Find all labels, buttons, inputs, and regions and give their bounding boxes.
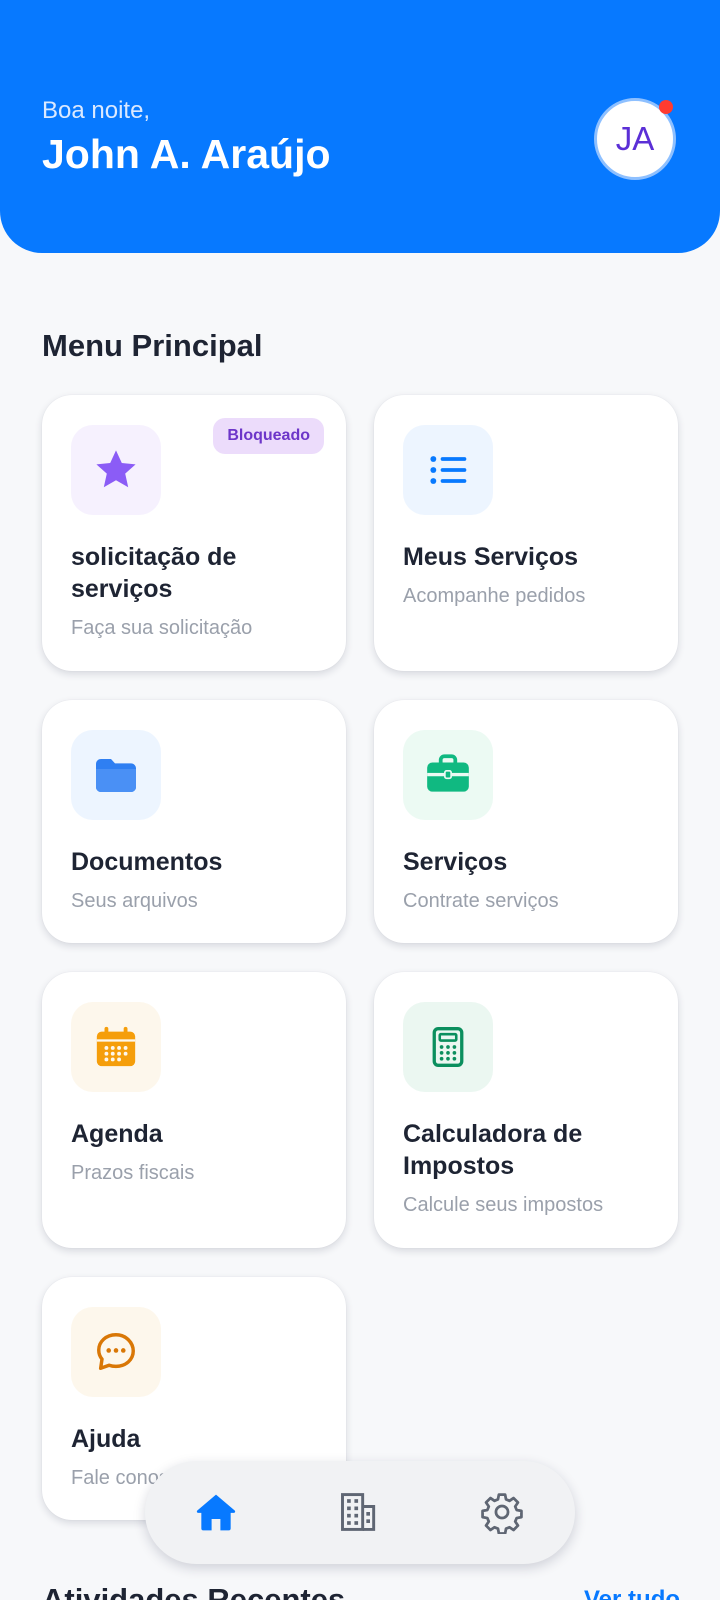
star-icon <box>96 450 136 488</box>
card-subtitle: Seus arquivos <box>71 890 198 912</box>
list-icon <box>430 456 467 484</box>
home-icon <box>196 1494 236 1531</box>
greeting-text: Boa noite, <box>42 97 151 124</box>
bottom-nav <box>145 1461 575 1564</box>
card-title: solicitação de serviços <box>71 543 237 603</box>
list-icon-box <box>403 425 493 515</box>
menu-card-my-services[interactable]: Meus Serviços Acompanhe pedidos <box>374 395 678 671</box>
card-title: Documentos <box>71 848 223 876</box>
card-subtitle: Prazos fiscais <box>71 1162 195 1184</box>
card-title: Agenda <box>71 1120 163 1148</box>
chat-icon <box>97 1333 135 1371</box>
settings-icon <box>481 1493 523 1534</box>
menu-card-tax-calculator[interactable]: Calculadora de Impostos Calcule seus imp… <box>374 972 678 1248</box>
nav-settings-button[interactable] <box>478 1488 526 1536</box>
briefcase-icon <box>427 754 469 792</box>
locked-badge: Bloqueado <box>213 418 324 454</box>
chat-icon-box <box>71 1307 161 1397</box>
nav-company-button[interactable] <box>335 1488 383 1536</box>
card-subtitle: Contrate serviços <box>403 890 559 912</box>
menu-card-service-request[interactable]: Bloqueado solicitação de serviços Faça s… <box>42 395 346 671</box>
card-title: Meus Serviços <box>403 543 579 571</box>
calculator-icon <box>432 1027 464 1067</box>
avatar-initials: JA <box>615 120 655 157</box>
calculator-icon-box <box>403 1002 493 1092</box>
card-subtitle: Acompanhe pedidos <box>403 585 586 607</box>
folder-icon-box <box>71 730 161 820</box>
nav-home-button[interactable] <box>192 1488 240 1536</box>
menu-card-documents[interactable]: Documentos Seus arquivos <box>42 700 346 943</box>
notification-dot <box>659 100 673 114</box>
star-icon-box <box>71 425 161 515</box>
card-title: Ajuda <box>71 1425 141 1453</box>
menu-section-title: Menu Principal <box>42 328 263 363</box>
building-icon <box>341 1493 376 1531</box>
menu-card-services[interactable]: Serviços Contrate serviços <box>374 700 678 943</box>
card-title: Serviços <box>403 848 508 876</box>
card-subtitle: Faça sua solicitação <box>71 617 253 639</box>
calendar-icon-box <box>71 1002 161 1092</box>
user-name: John A. Araújo <box>42 131 331 177</box>
card-subtitle: Calcule seus impostos <box>403 1194 604 1216</box>
folder-icon <box>96 759 136 792</box>
card-title: Calculadora de Impostos <box>403 1120 583 1180</box>
see-all-link[interactable]: Ver tudo <box>584 1586 680 1600</box>
menu-card-agenda[interactable]: Agenda Prazos fiscais <box>42 972 346 1248</box>
briefcase-icon-box <box>403 730 493 820</box>
calendar-icon <box>96 1026 136 1067</box>
recent-activities-title: Atividades Recentes <box>42 1582 346 1600</box>
